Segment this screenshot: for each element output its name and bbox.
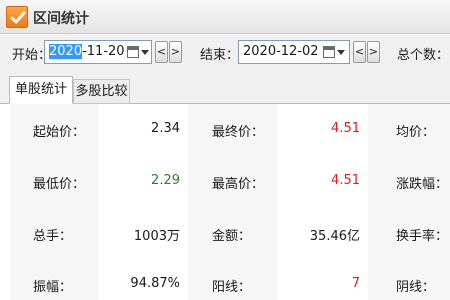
start-date-selected-text: 2020 <box>49 44 83 59</box>
amplitude-label: 振幅： <box>33 280 73 295</box>
total-volume-value: 1003万 <box>133 229 180 244</box>
stats-row: 振幅： 94.87% 阳线： 7 阴线： <box>10 260 450 300</box>
end-prev-button[interactable]: < <box>353 41 366 63</box>
stats-grid: 起始价： 2.34 最终价： 4.51 均价： 最低价： 2.29 最高价： 4… <box>10 104 450 300</box>
amount-value: 35.46亿 <box>309 229 360 244</box>
start-date-picker[interactable]: 2020-11-20 <box>44 40 152 64</box>
end-date-text: 2020-12-02 <box>243 44 319 59</box>
up-days-label: 阳线： <box>212 280 252 295</box>
high-price-value: 4.51 <box>331 173 360 188</box>
final-price-value: 4.51 <box>331 121 360 136</box>
dropdown-icon[interactable] <box>141 50 149 55</box>
stats-row: 最低价： 2.29 最高价： 4.51 涨跌幅： <box>10 156 450 208</box>
final-price-label: 最终价： <box>212 125 265 140</box>
total-volume-label: 总手： <box>33 229 73 244</box>
start-price-value: 2.34 <box>151 121 180 136</box>
title-bar: 区间统计 <box>0 0 450 34</box>
end-label: 结束： <box>200 48 240 63</box>
avg-price-label: 均价： <box>396 125 436 140</box>
down-days-label: 阴线： <box>396 280 436 295</box>
stats-row: 总手： 1003万 金额： 35.46亿 换手率： <box>10 208 450 260</box>
amplitude-value: 94.87% <box>130 276 180 291</box>
dropdown-icon[interactable] <box>337 50 345 55</box>
start-prev-button[interactable]: < <box>155 41 168 63</box>
check-icon <box>6 6 28 28</box>
date-range-toolbar: 开始： 2020-11-20 < > 结束： 2020-12-02 < > 总个… <box>0 34 450 72</box>
stats-panel: 起始价： 2.34 最终价： 4.51 均价： 最低价： 2.29 最高价： 4… <box>0 104 450 300</box>
tab-bar: 单股统计 多股比较 <box>0 72 450 104</box>
up-days-value: 7 <box>351 276 360 291</box>
window-title: 区间统计 <box>33 11 89 27</box>
calendar-icon[interactable] <box>323 46 335 58</box>
end-next-button[interactable]: > <box>367 41 380 63</box>
low-price-label: 最低价： <box>33 177 86 192</box>
start-next-button[interactable]: > <box>169 41 182 63</box>
end-date-picker[interactable]: 2020-12-02 <box>238 40 350 64</box>
start-date-text: -11-20 <box>82 44 125 59</box>
stats-row: 起始价： 2.34 最终价： 4.51 均价： <box>10 104 450 156</box>
amount-label: 金额： <box>212 229 252 244</box>
high-price-label: 最高价： <box>212 177 265 192</box>
tab-single-stock[interactable]: 单股统计 <box>9 76 73 104</box>
change-pct-label: 涨跌幅： <box>396 177 449 192</box>
total-count-label: 总个数： <box>397 48 450 63</box>
start-price-label: 起始价： <box>33 125 86 140</box>
low-price-value: 2.29 <box>151 173 180 188</box>
turnover-rate-label: 换手率： <box>396 229 449 244</box>
calendar-icon[interactable] <box>127 46 139 58</box>
tab-multi-stock[interactable]: 多股比较 <box>73 79 130 104</box>
